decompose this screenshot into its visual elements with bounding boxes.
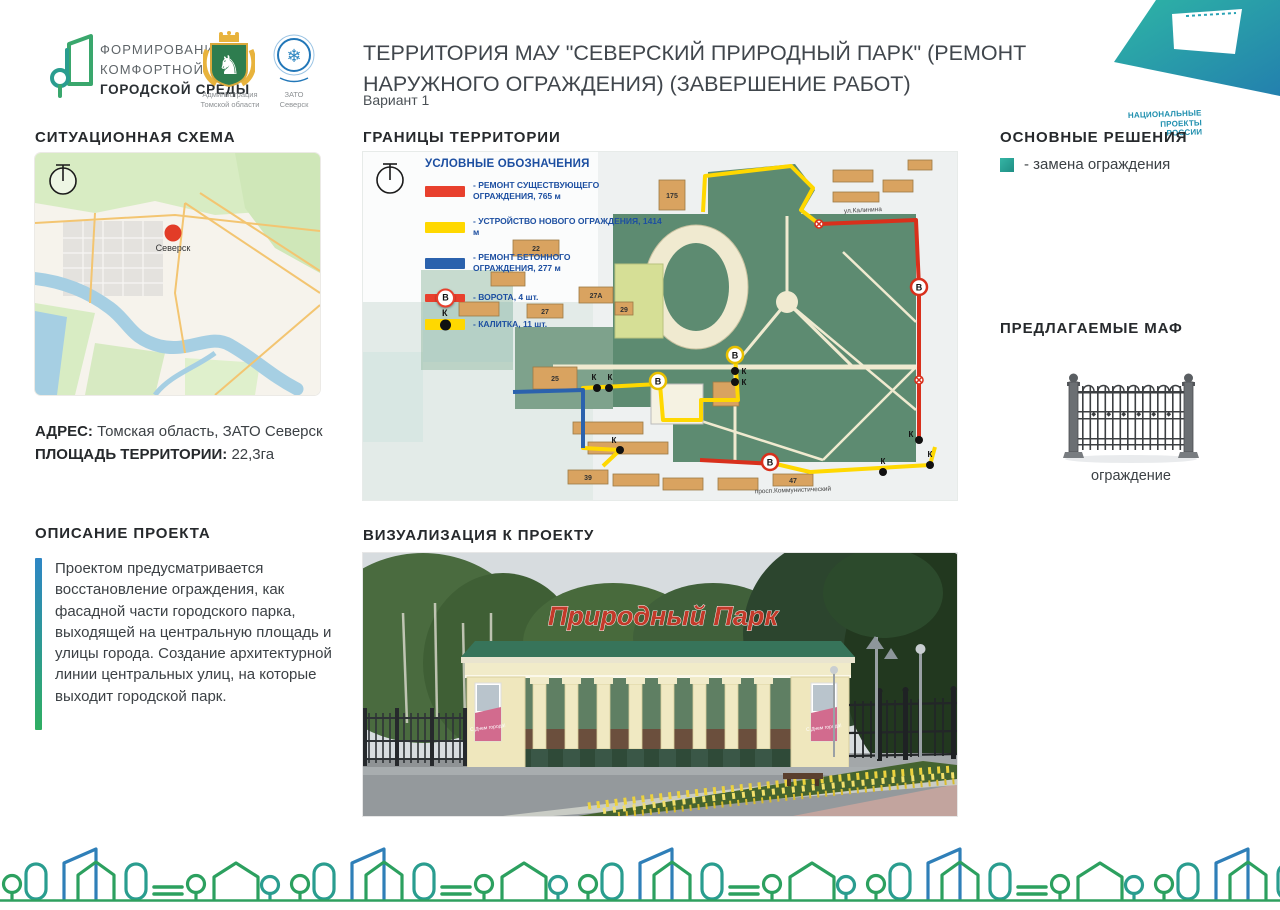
page-title: ТЕРРИТОРИЯ МАУ "СЕВЕРСКИЙ ПРИРОДНЫЙ ПАРК… <box>363 38 1053 100</box>
svg-text:♞: ♞ <box>217 50 240 80</box>
maf-caption: ограждение <box>1000 468 1262 484</box>
solution-item: - замена ограждения <box>1000 156 1170 173</box>
zato-caption: ЗАТО Северск <box>272 90 316 110</box>
svg-text:25: 25 <box>551 376 559 383</box>
situational-heading: СИТУАЦИОННАЯ СХЕМА <box>35 129 235 146</box>
yellow-bar-icon <box>425 222 465 233</box>
city-label: Северск <box>156 243 191 253</box>
svg-text:175: 175 <box>666 193 678 200</box>
situational-map: Северск <box>35 153 320 395</box>
address-value: Томская область, ЗАТО Северск <box>97 423 322 440</box>
svg-text:К: К <box>608 373 613 382</box>
svg-text:К: К <box>881 457 886 466</box>
area-value: 22,3га <box>231 446 274 463</box>
red-bar-icon <box>425 186 465 197</box>
svg-text:К: К <box>612 436 617 445</box>
map-legend: УСЛОВНЫЕ ОБОЗНАЧЕНИЯ - РЕМОНТ СУЩЕСТВУЮЩ… <box>425 158 663 344</box>
teal-square-icon <box>1000 158 1014 172</box>
description-text: Проектом предусматривается восстановлени… <box>55 558 335 730</box>
visualization-heading: ВИЗУАЛИЗАЦИЯ К ПРОЕКТУ <box>363 527 957 544</box>
address-block: АДРЕС: Томская область, ЗАТО Северск ПЛО… <box>35 420 335 467</box>
legend-row-concrete-fence: - РЕМОНТ БЕТОННОГО ОГРАЖДЕНИЯ, 277 м <box>425 252 663 274</box>
boundaries-heading: ГРАНИЦЫ ТЕРРИТОРИИ <box>363 129 561 146</box>
variant-label: Вариант 1 <box>363 92 429 108</box>
legend-row-gates: В - ВОРОТА, 4 шт. <box>425 292 663 303</box>
svg-text:К: К <box>592 373 597 382</box>
svg-text:К: К <box>928 450 933 459</box>
tomsk-emblem: ♞ <box>203 30 255 93</box>
svg-text:К: К <box>909 430 914 439</box>
svg-text:39: 39 <box>584 475 592 482</box>
svg-text:47: 47 <box>789 478 797 485</box>
visualization-photo: Природный Парк С Днем города! С <box>363 553 957 816</box>
legend-title: УСЛОВНЫЕ ОБОЗНАЧЕНИЯ <box>425 158 663 170</box>
national-projects-badge: НАЦИОНАЛЬНЫЕ ПРОЕКТЫ РОССИИ <box>1110 0 1280 105</box>
fence-illustration <box>1051 358 1211 471</box>
gate-symbol-icon: В <box>436 288 455 307</box>
svg-text:❄: ❄ <box>286 46 301 66</box>
solutions-heading: ОСНОВНЫЕ РЕШЕНИЯ <box>1000 129 1187 146</box>
svg-text:В: В <box>655 377 662 387</box>
description-accent-bar <box>35 558 42 730</box>
tomsk-caption-2: Томской области <box>195 100 265 110</box>
wicket-dot-icon <box>440 319 451 330</box>
address-label: АДРЕС: <box>35 423 93 440</box>
area-label: ПЛОЩАДЬ ТЕРРИТОРИИ: <box>35 446 227 463</box>
zato-caption-2: Северск <box>272 100 316 110</box>
tomsk-caption: Администрация Томской области <box>195 90 265 110</box>
skyline-border <box>0 843 1280 910</box>
visualization-section: ВИЗУАЛИЗАЦИЯ К ПРОЕКТУ Природный Парк <box>363 527 957 816</box>
svg-text:В: В <box>916 283 923 293</box>
description-section: ОПИСАНИЕ ПРОЕКТА Проектом предусматривае… <box>35 525 335 730</box>
zato-emblem: ❄ <box>270 32 318 91</box>
fkgs-logo-icon <box>33 26 95 105</box>
svg-text:В: В <box>732 351 739 361</box>
wicket-letter: К <box>442 308 448 318</box>
legend-row-new-fence: - УСТРОЙСТВО НОВОГО ОГРАЖДЕНИЯ, 1414 м <box>425 216 663 238</box>
svg-text:К: К <box>742 367 747 376</box>
territory-map: 175 22 27А 27 29 25 39 47 В В В <box>363 152 957 500</box>
legend-row-wickets: К - КАЛИТКА, 11 шт. <box>425 319 663 330</box>
legend-row-existing-fence: - РЕМОНТ СУЩЕСТВУЮЩЕГО ОГРАЖДЕНИЯ, 765 м <box>425 180 663 202</box>
zato-caption-1: ЗАТО <box>272 90 316 100</box>
blue-bar-icon <box>425 258 465 269</box>
tomsk-caption-1: Администрация <box>195 90 265 100</box>
svg-text:К: К <box>742 378 747 387</box>
svg-text:В: В <box>767 458 774 468</box>
description-heading: ОПИСАНИЕ ПРОЕКТА <box>35 525 335 542</box>
maf-heading: ПРЕДЛАГАЕМЫЕ МАФ <box>1000 320 1183 337</box>
solution-label: - замена ограждения <box>1024 156 1170 173</box>
park-sign-text: Природный Парк <box>548 601 779 631</box>
